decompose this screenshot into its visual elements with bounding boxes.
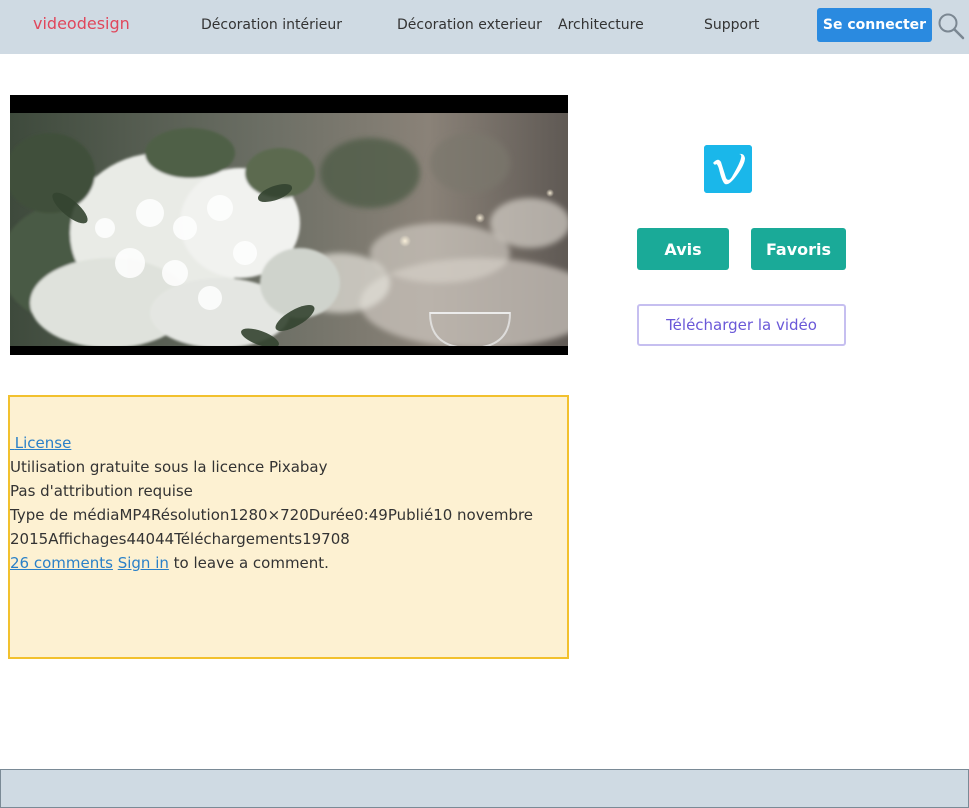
duration-value: 0:49 — [354, 506, 388, 524]
search-icon[interactable] — [937, 12, 965, 40]
views-label: Affichages — [48, 530, 127, 548]
login-button[interactable]: Se connecter — [817, 8, 932, 42]
site-logo[interactable]: videodesign — [33, 14, 130, 33]
comments-link[interactable]: 26 comments — [10, 554, 113, 572]
avis-button[interactable]: Avis — [637, 228, 729, 270]
sign-in-link[interactable]: Sign in — [118, 554, 169, 572]
comment-suffix: to leave a comment. — [168, 554, 329, 572]
video-info-panel: License Utilisation gratuite sous la lic… — [8, 395, 569, 659]
published-label: Publié — [387, 506, 434, 524]
duration-label: Durée — [308, 506, 355, 524]
license-text: Utilisation gratuite sous la licence Pix… — [10, 458, 328, 476]
comments-row: 26 comments Sign in to leave a comment. — [10, 551, 567, 575]
nav-link-decoration-interieur[interactable]: Décoration intérieur — [201, 17, 342, 33]
views-value: 44044 — [126, 530, 175, 548]
resolution-label: Résolution — [151, 506, 230, 524]
media-type-value: MP4 — [119, 506, 151, 524]
license-link[interactable]: License — [10, 434, 72, 452]
license-row: License — [10, 431, 567, 455]
footer-bar — [0, 769, 969, 808]
vimeo-icon[interactable] — [704, 145, 752, 193]
video-thumbnail — [10, 113, 568, 346]
favoris-button[interactable]: Favoris — [751, 228, 846, 270]
nav-link-decoration-exterieur[interactable]: Décoration exterieur — [397, 17, 542, 33]
media-type-label: Type de média — [10, 506, 120, 524]
downloads-value: 19708 — [302, 530, 350, 548]
nav-link-support[interactable]: Support — [704, 17, 759, 33]
license-link-label: License — [14, 434, 72, 452]
nav-link-architecture[interactable]: Architecture — [558, 17, 644, 33]
media-details: Type de médiaMP4Résolution1280×720Durée0… — [10, 503, 555, 551]
resolution-value: 1280×720 — [229, 506, 309, 524]
download-video-button[interactable]: Télécharger la vidéo — [637, 304, 846, 346]
attribution-text: Pas d'attribution requise — [10, 482, 193, 500]
top-navbar: videodesign Décoration intérieur Décorat… — [0, 0, 969, 54]
downloads-label: Téléchargements — [174, 530, 303, 548]
video-player[interactable] — [10, 95, 568, 355]
